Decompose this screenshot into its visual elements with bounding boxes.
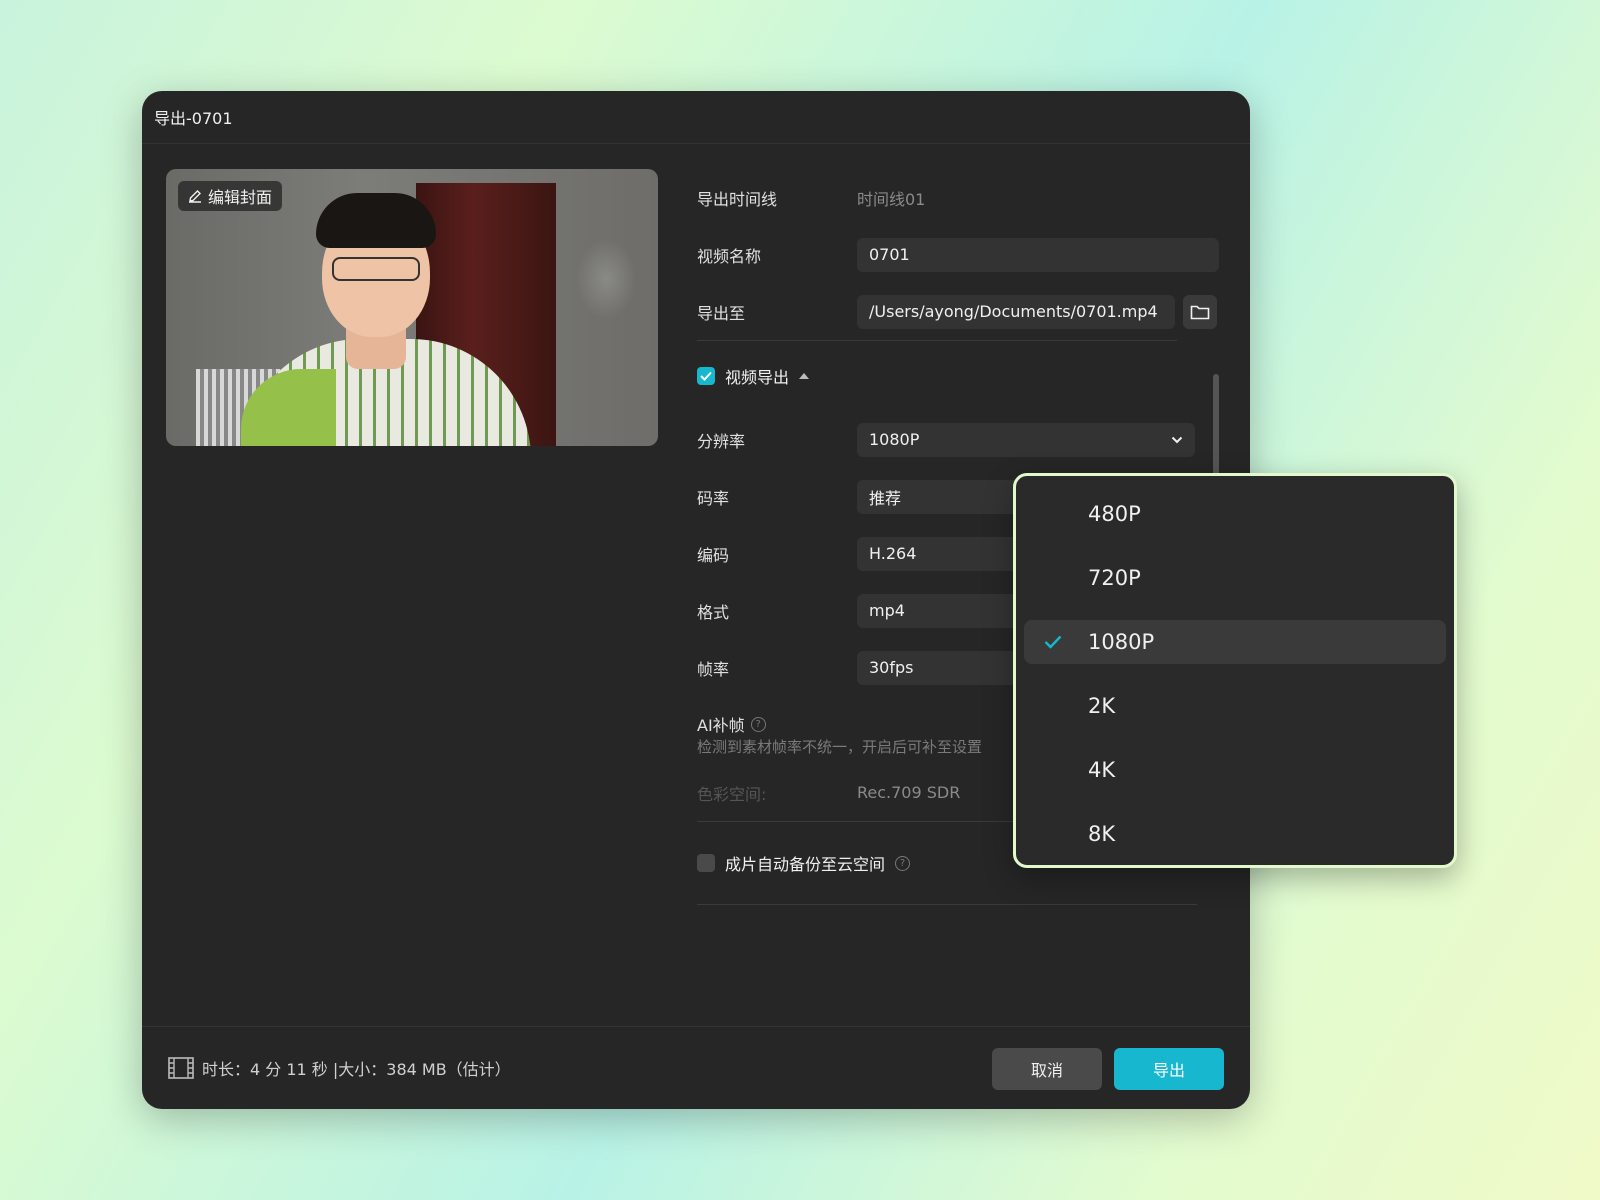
name-label: 视频名称 [697,246,762,266]
preview-hair [316,193,436,248]
resolution-value: 1080P [869,430,920,449]
help-icon[interactable]: ? [895,855,911,871]
option-label: 720P [1088,566,1141,590]
resolution-option-4k[interactable]: 4K [1024,738,1446,802]
folder-icon [1190,305,1210,319]
option-label: 8K [1088,822,1116,846]
footer: 时长：4 分 11 秒 |大小：384 MB（估计） 取消 导出 [142,1026,1250,1109]
preview-wall [576,239,636,319]
resolution-option-720p[interactable]: 720P [1024,546,1446,610]
resolution-option-480p[interactable]: 480P [1024,482,1446,546]
resolution-option-1080p[interactable]: 1080P [1024,620,1446,664]
video-export-label: 视频导出 [725,368,790,387]
timeline-label: 导出时间线 [697,189,778,209]
colorspace-value: Rec.709 SDR [857,783,961,802]
option-label: 480P [1088,502,1141,526]
backup-checkbox[interactable] [697,854,715,872]
browse-folder-button[interactable] [1183,294,1217,329]
help-icon[interactable]: ? [750,716,766,732]
timeline-row: 导出时间线 时间线01 [697,169,1227,226]
check-icon [1044,635,1062,649]
resolution-option-2k[interactable]: 2K [1024,674,1446,738]
edit-cover-label: 编辑封面 [208,188,273,207]
resolution-option-8k[interactable]: 8K [1024,802,1446,866]
cancel-button[interactable]: 取消 [992,1048,1102,1090]
name-row: 视频名称 0701 [697,226,1227,283]
video-export-checkbox[interactable] [697,367,715,385]
edit-cover-button[interactable]: 编辑封面 [178,181,283,211]
bitrate-label: 码率 [697,488,730,508]
path-label: 导出至 [697,303,746,323]
backup-label: 成片自动备份至云空间 [725,855,886,874]
resolution-select[interactable]: 1080P [857,422,1195,457]
colorspace-label: 色彩空间: [697,784,767,804]
codec-label: 编码 [697,545,730,565]
scrollbar[interactable] [1213,374,1219,484]
resolution-dropdown: 480P 720P 1080P 2K 4K 8K [1013,473,1457,868]
film-icon [168,1057,194,1079]
resolution-label: 分辨率 [697,431,746,451]
video-export-section[interactable]: 视频导出 [697,341,1227,411]
video-preview: 编辑封面 [166,169,658,446]
path-row: 导出至 /Users/ayong/Documents/0701.mp4 [697,283,1227,340]
titlebar: 导出-0701 [142,91,1250,144]
divider [697,904,1197,905]
preview-glasses [332,257,420,281]
path-input[interactable]: /Users/ayong/Documents/0701.mp4 [857,294,1175,329]
export-button[interactable]: 导出 [1114,1048,1224,1090]
option-label: 4K [1088,758,1116,782]
dialog-title: 导出-0701 [154,109,233,128]
timeline-value: 时间线01 [857,189,926,209]
option-label: 1080P [1088,630,1155,654]
export-info: 时长：4 分 11 秒 |大小：384 MB（估计） [202,1060,511,1079]
name-input[interactable]: 0701 [857,237,1219,272]
fps-label: 帧率 [697,659,730,679]
caret-up-icon[interactable] [799,373,810,379]
chevron-down-icon [1171,436,1183,443]
format-label: 格式 [697,602,730,622]
resolution-row: 分辨率 1080P [697,411,1227,468]
option-label: 2K [1088,694,1116,718]
ai-frame-label: AI补帧 [697,716,745,735]
pencil-icon [189,190,201,203]
check-icon [700,371,712,381]
